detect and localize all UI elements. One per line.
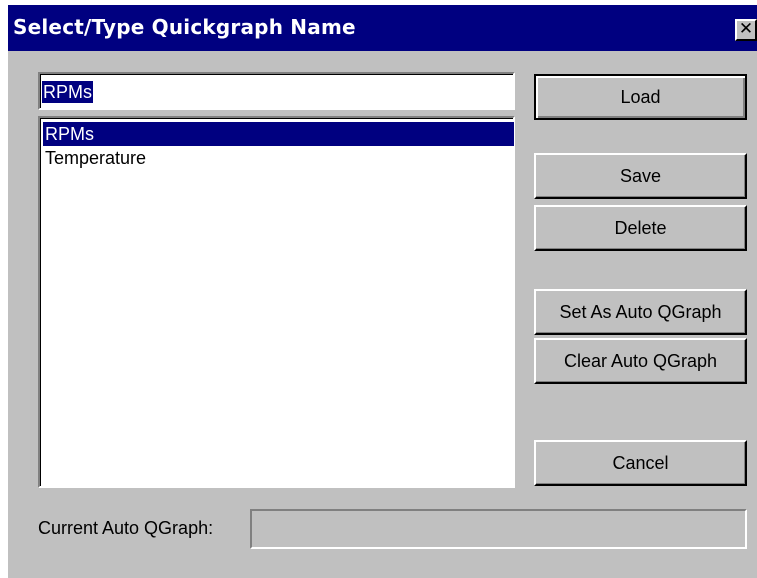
set-auto-qgraph-button[interactable]: Set As Auto QGraph — [534, 289, 747, 335]
delete-button[interactable]: Delete — [534, 205, 747, 251]
quickgraph-list[interactable]: RPMs Temperature — [38, 116, 515, 488]
title-bar[interactable]: Select/Type Quickgraph Name ✕ — [8, 5, 757, 51]
close-icon[interactable]: ✕ — [735, 19, 757, 41]
current-auto-qgraph-field — [250, 509, 747, 549]
current-auto-qgraph-label: Current Auto QGraph: — [38, 518, 214, 538]
save-button[interactable]: Save — [534, 153, 747, 199]
quickgraph-dialog: Select/Type Quickgraph Name ✕ RPMs RPMs … — [8, 5, 757, 578]
quickgraph-name-value: RPMs — [42, 81, 93, 103]
dialog-title: Select/Type Quickgraph Name — [13, 15, 356, 39]
quickgraph-name-input[interactable]: RPMs — [38, 72, 515, 110]
list-item-rpms[interactable]: RPMs — [43, 122, 514, 146]
load-button[interactable]: Load — [534, 74, 747, 120]
clear-auto-qgraph-button[interactable]: Clear Auto QGraph — [534, 338, 747, 384]
cancel-button[interactable]: Cancel — [534, 440, 747, 486]
list-item-temperature[interactable]: Temperature — [43, 146, 514, 170]
